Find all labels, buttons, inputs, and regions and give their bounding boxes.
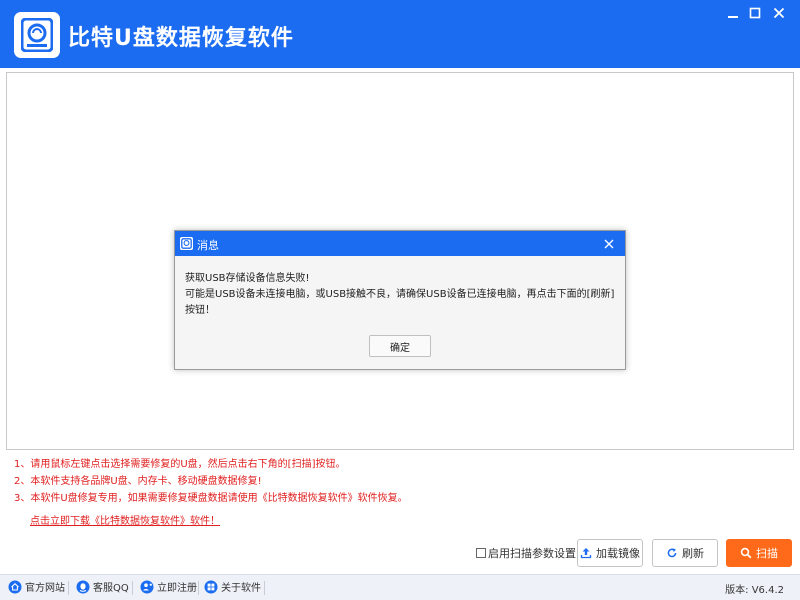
divider — [132, 581, 133, 595]
usb-drive-icon — [14, 12, 60, 58]
user-add-icon — [140, 580, 154, 593]
upload-icon — [580, 548, 592, 559]
scan-params-checkbox[interactable]: 启用扫描参数设置 — [476, 545, 576, 561]
title-bar: 比特U盘数据恢复软件 — [0, 0, 800, 68]
app-logo-icon — [180, 237, 193, 250]
divider — [198, 581, 199, 595]
download-link[interactable]: 点击立即下载《比特数据恢复软件》软件！ — [30, 512, 220, 527]
load-image-button[interactable]: 加载镜像 — [577, 539, 643, 567]
refresh-button[interactable]: 刷新 — [652, 539, 718, 567]
divider — [264, 581, 265, 595]
load-image-label: 加载镜像 — [596, 547, 640, 560]
dialog-message-line: 获取USB存储设备信息失败! — [185, 273, 310, 284]
dialog-title: 消息 — [197, 239, 219, 252]
note-line: 2、本软件支持各品牌U盘、内存卡、移动硬盘数据修复! — [14, 476, 262, 487]
ok-button[interactable]: 确定 — [369, 335, 431, 357]
about-label: 关于软件 — [221, 583, 261, 594]
dialog-message: 获取USB存储设备信息失败! 可能是USB设备未连接电脑，或USB接触不良，请确… — [185, 271, 621, 319]
dialog-header: 消息 — [175, 231, 625, 256]
register-link[interactable]: 立即注册 — [140, 579, 197, 594]
support-qq-label: 客服QQ — [93, 583, 129, 594]
divider — [68, 581, 69, 595]
qq-icon — [76, 580, 90, 593]
maximize-icon[interactable] — [742, 2, 768, 24]
close-icon[interactable] — [766, 2, 792, 24]
dialog-message-line: 可能是USB设备未连接电脑，或USB接触不良，请确保USB设备已连接电脑，再点击… — [185, 289, 615, 316]
app-title: 比特U盘数据恢复软件 — [68, 26, 294, 51]
instructions: 1、请用鼠标左键点击选择需要修复的U盘，然后点击右下角的[扫描]按钮。 2、本软… — [14, 456, 614, 507]
official-site-label: 官方网站 — [25, 583, 65, 594]
refresh-label: 刷新 — [682, 547, 704, 560]
support-qq-link[interactable]: 客服QQ — [76, 579, 129, 594]
close-icon[interactable] — [601, 236, 617, 252]
search-icon — [740, 547, 752, 559]
refresh-icon — [667, 548, 677, 558]
info-icon — [204, 580, 218, 593]
status-bar: 官方网站 客服QQ 立即注册 关于软件 版本: V6.4.2 — [0, 574, 800, 600]
note-line: 3、本软件U盘修复专用，如果需要修复硬盘数据请使用《比特数据恢复软件》软件恢复。 — [14, 493, 408, 504]
message-dialog: 消息 获取USB存储设备信息失败! 可能是USB设备未连接电脑，或USB接触不良… — [174, 230, 626, 370]
scan-params-label: 启用扫描参数设置 — [488, 547, 576, 560]
scan-button[interactable]: 扫描 — [726, 539, 792, 567]
about-link[interactable]: 关于软件 — [204, 579, 261, 594]
note-line: 1、请用鼠标左键点击选择需要修复的U盘，然后点击右下角的[扫描]按钮。 — [14, 459, 346, 470]
checkbox-icon[interactable] — [476, 548, 486, 558]
scan-label: 扫描 — [756, 547, 778, 560]
register-label: 立即注册 — [157, 583, 197, 594]
version-label: 版本: V6.4.2 — [725, 585, 784, 596]
home-icon — [8, 580, 22, 593]
official-site-link[interactable]: 官方网站 — [8, 579, 65, 594]
